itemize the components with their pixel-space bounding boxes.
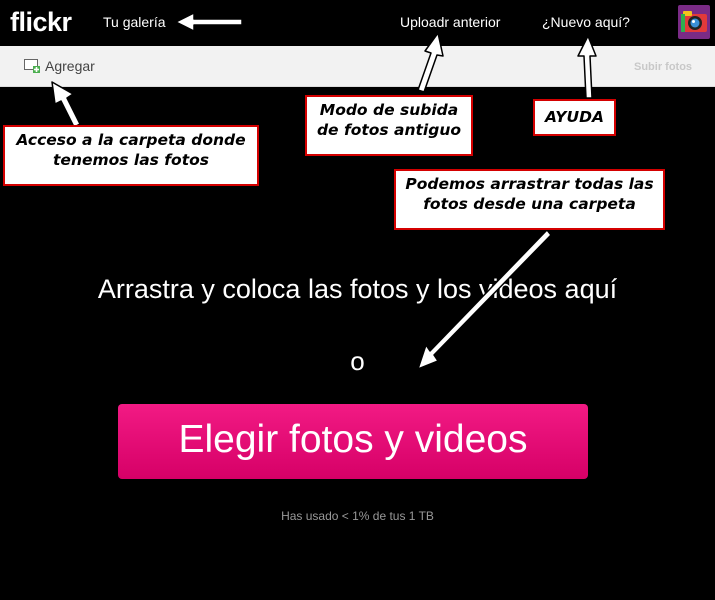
arrow-to-add	[51, 81, 81, 128]
callout-help: AYUDA	[533, 99, 616, 136]
arrow-to-drop-zone	[417, 229, 552, 370]
annotation-arrows	[51, 12, 597, 370]
callout-drag-folder: Podemos arrastrar todas las fotos desde …	[394, 169, 665, 230]
arrow-to-help	[577, 35, 597, 99]
callout-old-upload-mode: Modo de subida de fotos antiguo	[305, 95, 473, 156]
callout-folder-access: Acceso a la carpeta donde tenemos las fo…	[3, 125, 259, 186]
arrow-to-gallery	[175, 12, 243, 32]
arrow-to-old-uploader	[417, 32, 444, 93]
